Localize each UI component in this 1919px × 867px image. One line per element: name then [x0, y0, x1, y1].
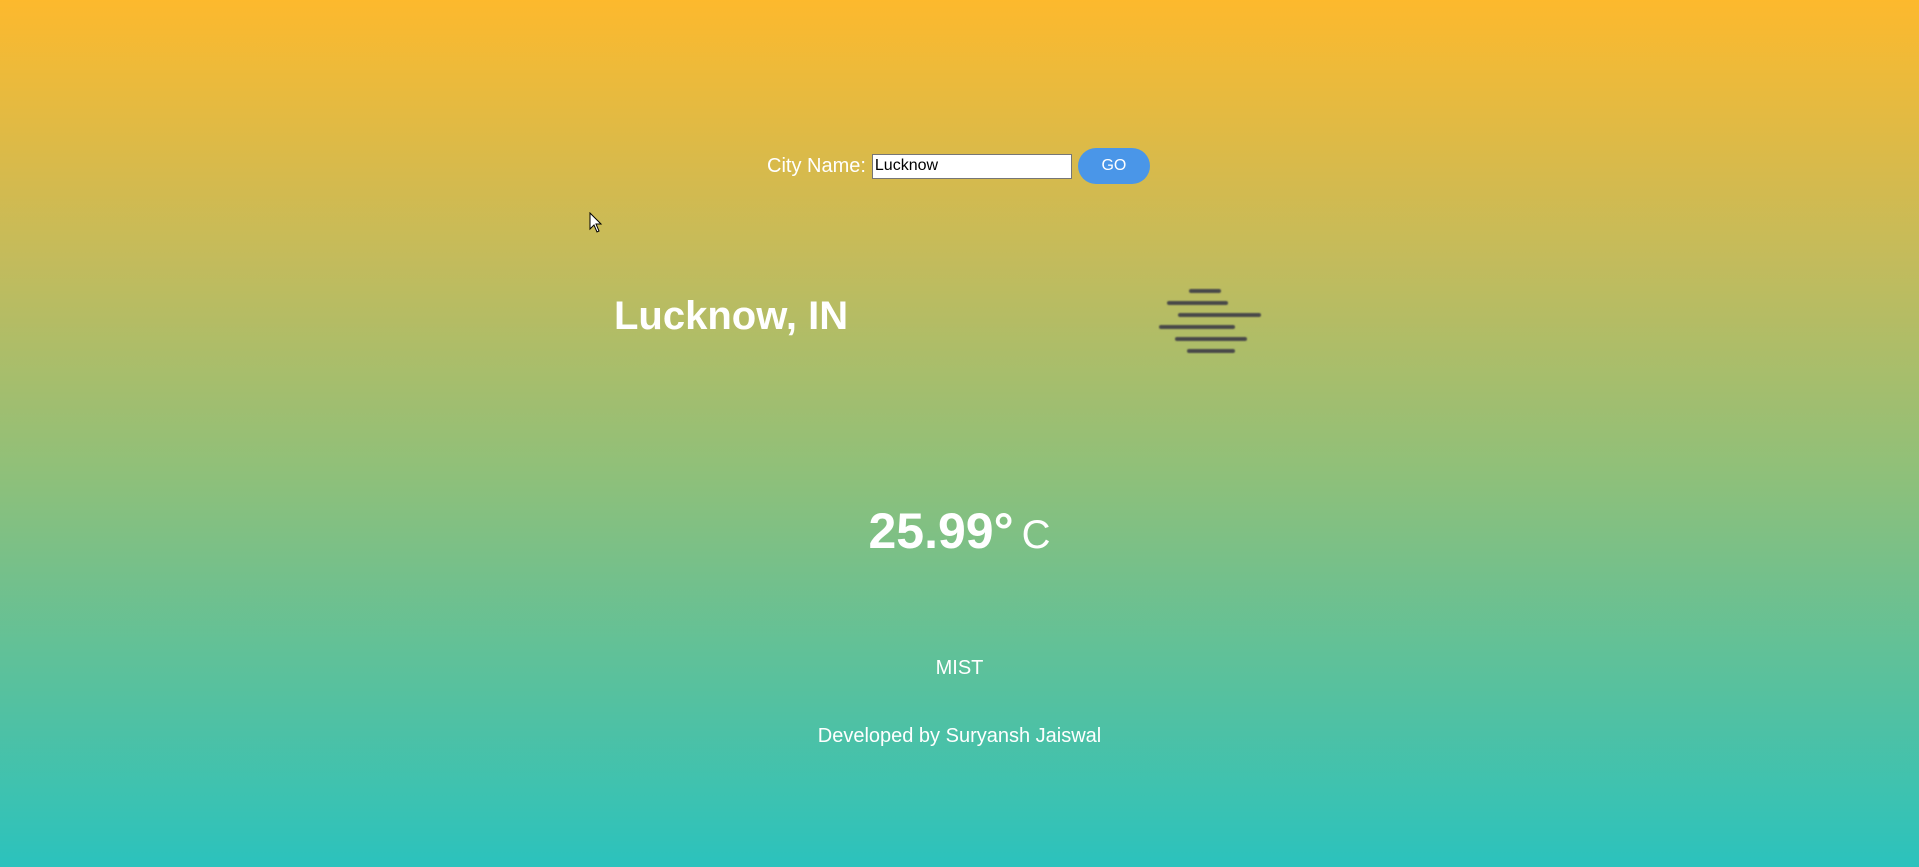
location-title: Lucknow, IN [614, 294, 849, 338]
temperature-display: 25.99° C [0, 502, 1919, 560]
developer-credit: Developed by Suryansh Jaiswal [817, 725, 1102, 747]
mouse-cursor-icon [589, 212, 603, 233]
temperature-unit: C [1021, 513, 1051, 557]
mist-icon [1159, 289, 1261, 353]
weather-condition: MIST [935, 657, 984, 679]
temperature-value: 25.99° [868, 503, 1014, 559]
city-name-label: City Name: [767, 154, 866, 177]
city-search-form: City Name: GO [767, 148, 1150, 184]
city-name-input[interactable] [871, 153, 1072, 179]
go-button[interactable]: GO [1077, 148, 1150, 184]
